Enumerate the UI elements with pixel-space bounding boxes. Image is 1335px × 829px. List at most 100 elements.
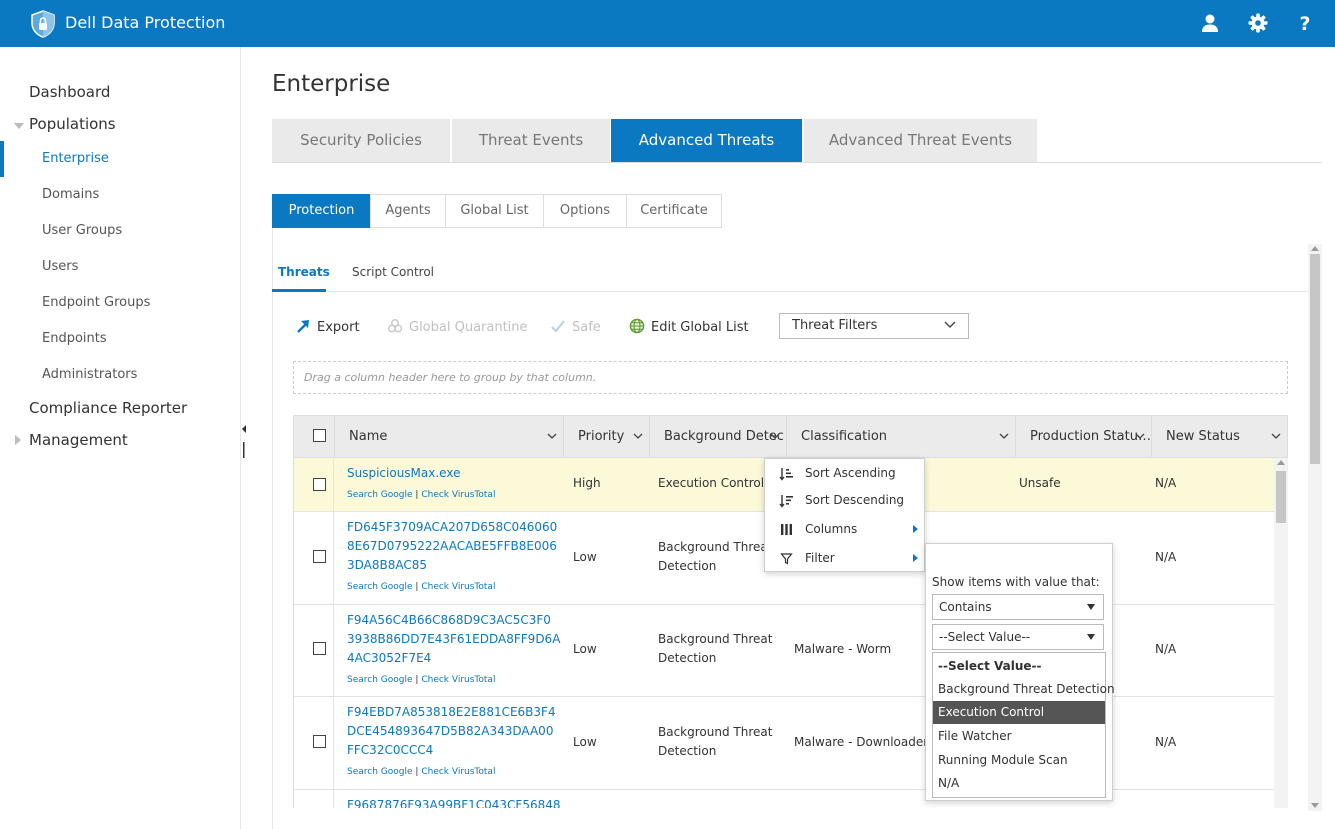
sidebar-item-user-groups[interactable]: User Groups [42,223,122,238]
threat-name-link[interactable]: 3DA8B8AC85 [347,556,557,575]
threat-name-link[interactable]: FD645F3709ACA207D658C046060 [347,518,557,537]
column-header-background-detection[interactable]: Background Detec [649,416,786,457]
search-google-link[interactable]: Search Google [347,767,413,777]
subtab-protection[interactable]: Protection [272,194,371,228]
tab-threat-events[interactable]: Threat Events [452,119,610,162]
sidebar-item-management[interactable]: Management [29,431,128,449]
name-cell: F9687876F93A99BF1C043CF56848 [347,796,561,808]
threat-name-link[interactable]: FFC32C0CCC4 [347,741,556,760]
row-checkbox[interactable] [313,735,326,748]
column-header-classification[interactable]: Classification [786,416,1015,457]
threat-name-link[interactable]: 8E67D0795222AACABE5FFB8E006 [347,537,557,556]
menu-sort-descending[interactable]: Sort Descending [765,486,924,514]
checkmark-icon [551,320,565,333]
check-virustotal-link[interactable]: Check VirusTotal [421,767,495,777]
help-icon[interactable]: ? [1294,12,1316,34]
subtab-certificate[interactable]: Certificate [626,194,722,228]
tab-script-control[interactable]: Script Control [352,265,434,279]
filter-option[interactable]: Background Threat Detection [933,678,1115,701]
menu-filter[interactable]: Filter [765,544,924,572]
filter-option[interactable]: Running Module Scan [933,749,1105,772]
tab-advanced-threat-events[interactable]: Advanced Threat Events [804,119,1037,162]
edit-global-list-button[interactable]: Edit Global List [629,318,749,335]
search-google-link[interactable]: Search Google [347,582,413,592]
menu-columns[interactable]: Columns [765,515,924,543]
page-scrollbar[interactable] [1308,244,1322,811]
grid-scrollbar[interactable] [1274,458,1288,808]
menu-sort-ascending[interactable]: Sort Ascending [765,459,924,487]
subtab-global-list[interactable]: Global List [445,194,544,228]
column-header-name[interactable]: Name [334,416,563,457]
global-quarantine-button[interactable]: Global Quarantine [387,318,528,335]
threat-name-link[interactable]: 4AC3052F7E4 [347,649,560,668]
select-all-checkbox[interactable] [313,429,326,442]
subtab-options[interactable]: Options [543,194,627,228]
check-virustotal-link[interactable]: Check VirusTotal [421,675,495,685]
tab-advanced-threats[interactable]: Advanced Threats [611,119,802,162]
page-scrollbar-thumb[interactable] [1310,254,1320,464]
search-google-link[interactable]: Search Google [347,675,413,685]
row-checkbox[interactable] [313,478,326,491]
threat-filters-dropdown[interactable]: Threat Filters [779,313,969,339]
column-header-priority[interactable]: Priority [563,416,649,457]
chevron-down-icon[interactable] [999,433,1009,440]
chevron-down-icon[interactable] [770,433,780,440]
sidebar-item-endpoints[interactable]: Endpoints [42,331,107,346]
sidebar-item-endpoint-groups[interactable]: Endpoint Groups [42,295,150,310]
subtab-agents[interactable]: Agents [370,194,446,228]
filter-option[interactable]: File Watcher [933,725,1105,748]
table-row[interactable]: F9687876F93A99BF1C043CF56848 [294,790,1275,808]
safe-button[interactable]: Safe [550,318,601,335]
scroll-up-icon[interactable] [1277,460,1285,465]
chevron-down-icon[interactable] [633,433,643,440]
tab-security-policies[interactable]: Security Policies [272,119,450,162]
sidebar-item-domains[interactable]: Domains [42,187,99,202]
scroll-up-icon[interactable] [1311,246,1319,251]
threat-name-link[interactable]: F9687876F93A99BF1C043CF56848 [347,796,561,808]
sidebar-item-enterprise[interactable]: Enterprise [42,151,109,166]
filter-option[interactable]: N/A [933,772,1105,795]
collapse-caret-icon[interactable] [15,435,21,445]
chevron-down-icon[interactable] [1271,433,1281,440]
row-checkbox[interactable] [313,550,326,563]
name-cell: SuspiciousMax.exe Search Google | Check … [347,464,495,505]
filter-value-select[interactable]: --Select Value-- [932,624,1104,650]
threat-name-link[interactable]: SuspiciousMax.exe [347,464,495,483]
row-checkbox[interactable] [313,642,326,655]
table-row[interactable]: F94A56C4B66C868D9C3AC5C3F0 3938B86DD7E43… [294,605,1275,697]
table-row[interactable]: F94EBD7A853818E2E881CE6B3F4 DCE454893647… [294,697,1275,790]
tab-threats[interactable]: Threats [278,265,330,279]
search-google-link[interactable]: Search Google [347,490,413,500]
threat-name-link[interactable]: DCE454893647D5B82A343DAA00 [347,722,556,741]
sidebar-item-dashboard[interactable]: Dashboard [29,83,110,101]
threat-name-link[interactable]: F94EBD7A853818E2E881CE6B3F4 [347,703,556,722]
detection-line: Background Threat [658,725,773,739]
new-status-cell: N/A [1155,550,1177,564]
sidebar-item-users[interactable]: Users [42,259,78,274]
menu-label: Filter [805,551,835,565]
sidebar-collapse-handle-icon[interactable] [241,422,247,462]
chevron-down-icon[interactable] [547,433,557,440]
sidebar-item-administrators[interactable]: Administrators [42,367,137,382]
threat-name-link[interactable]: 3938B86DD7E43F61EDDA8FF9D6A [347,630,560,649]
expand-caret-icon[interactable] [14,123,24,129]
detection-cell: Execution Control [658,476,765,490]
sidebar-item-populations[interactable]: Populations [29,115,116,133]
filter-operator-select[interactable]: Contains [932,594,1104,620]
export-button[interactable]: Export [295,318,360,335]
filter-funnel-icon [780,553,793,565]
scroll-down-icon[interactable] [1311,803,1319,808]
filter-option[interactable]: --Select Value-- [933,655,1105,678]
grid-scrollbar-thumb[interactable] [1276,471,1286,523]
column-header-production-status[interactable]: Production Statu… [1015,416,1151,457]
group-by-drop-area[interactable]: Drag a column header here to group by th… [293,361,1288,394]
user-icon[interactable] [1199,12,1221,34]
gear-icon[interactable] [1247,12,1269,34]
chevron-down-icon[interactable] [1135,433,1145,440]
check-virustotal-link[interactable]: Check VirusTotal [421,490,495,500]
threat-name-link[interactable]: F94A56C4B66C868D9C3AC5C3F0 [347,611,560,630]
check-virustotal-link[interactable]: Check VirusTotal [421,582,495,592]
sidebar-item-compliance-reporter[interactable]: Compliance Reporter [29,399,187,417]
filter-option-selected[interactable]: Execution Control [933,701,1105,724]
column-header-new-status[interactable]: New Status [1151,416,1287,457]
